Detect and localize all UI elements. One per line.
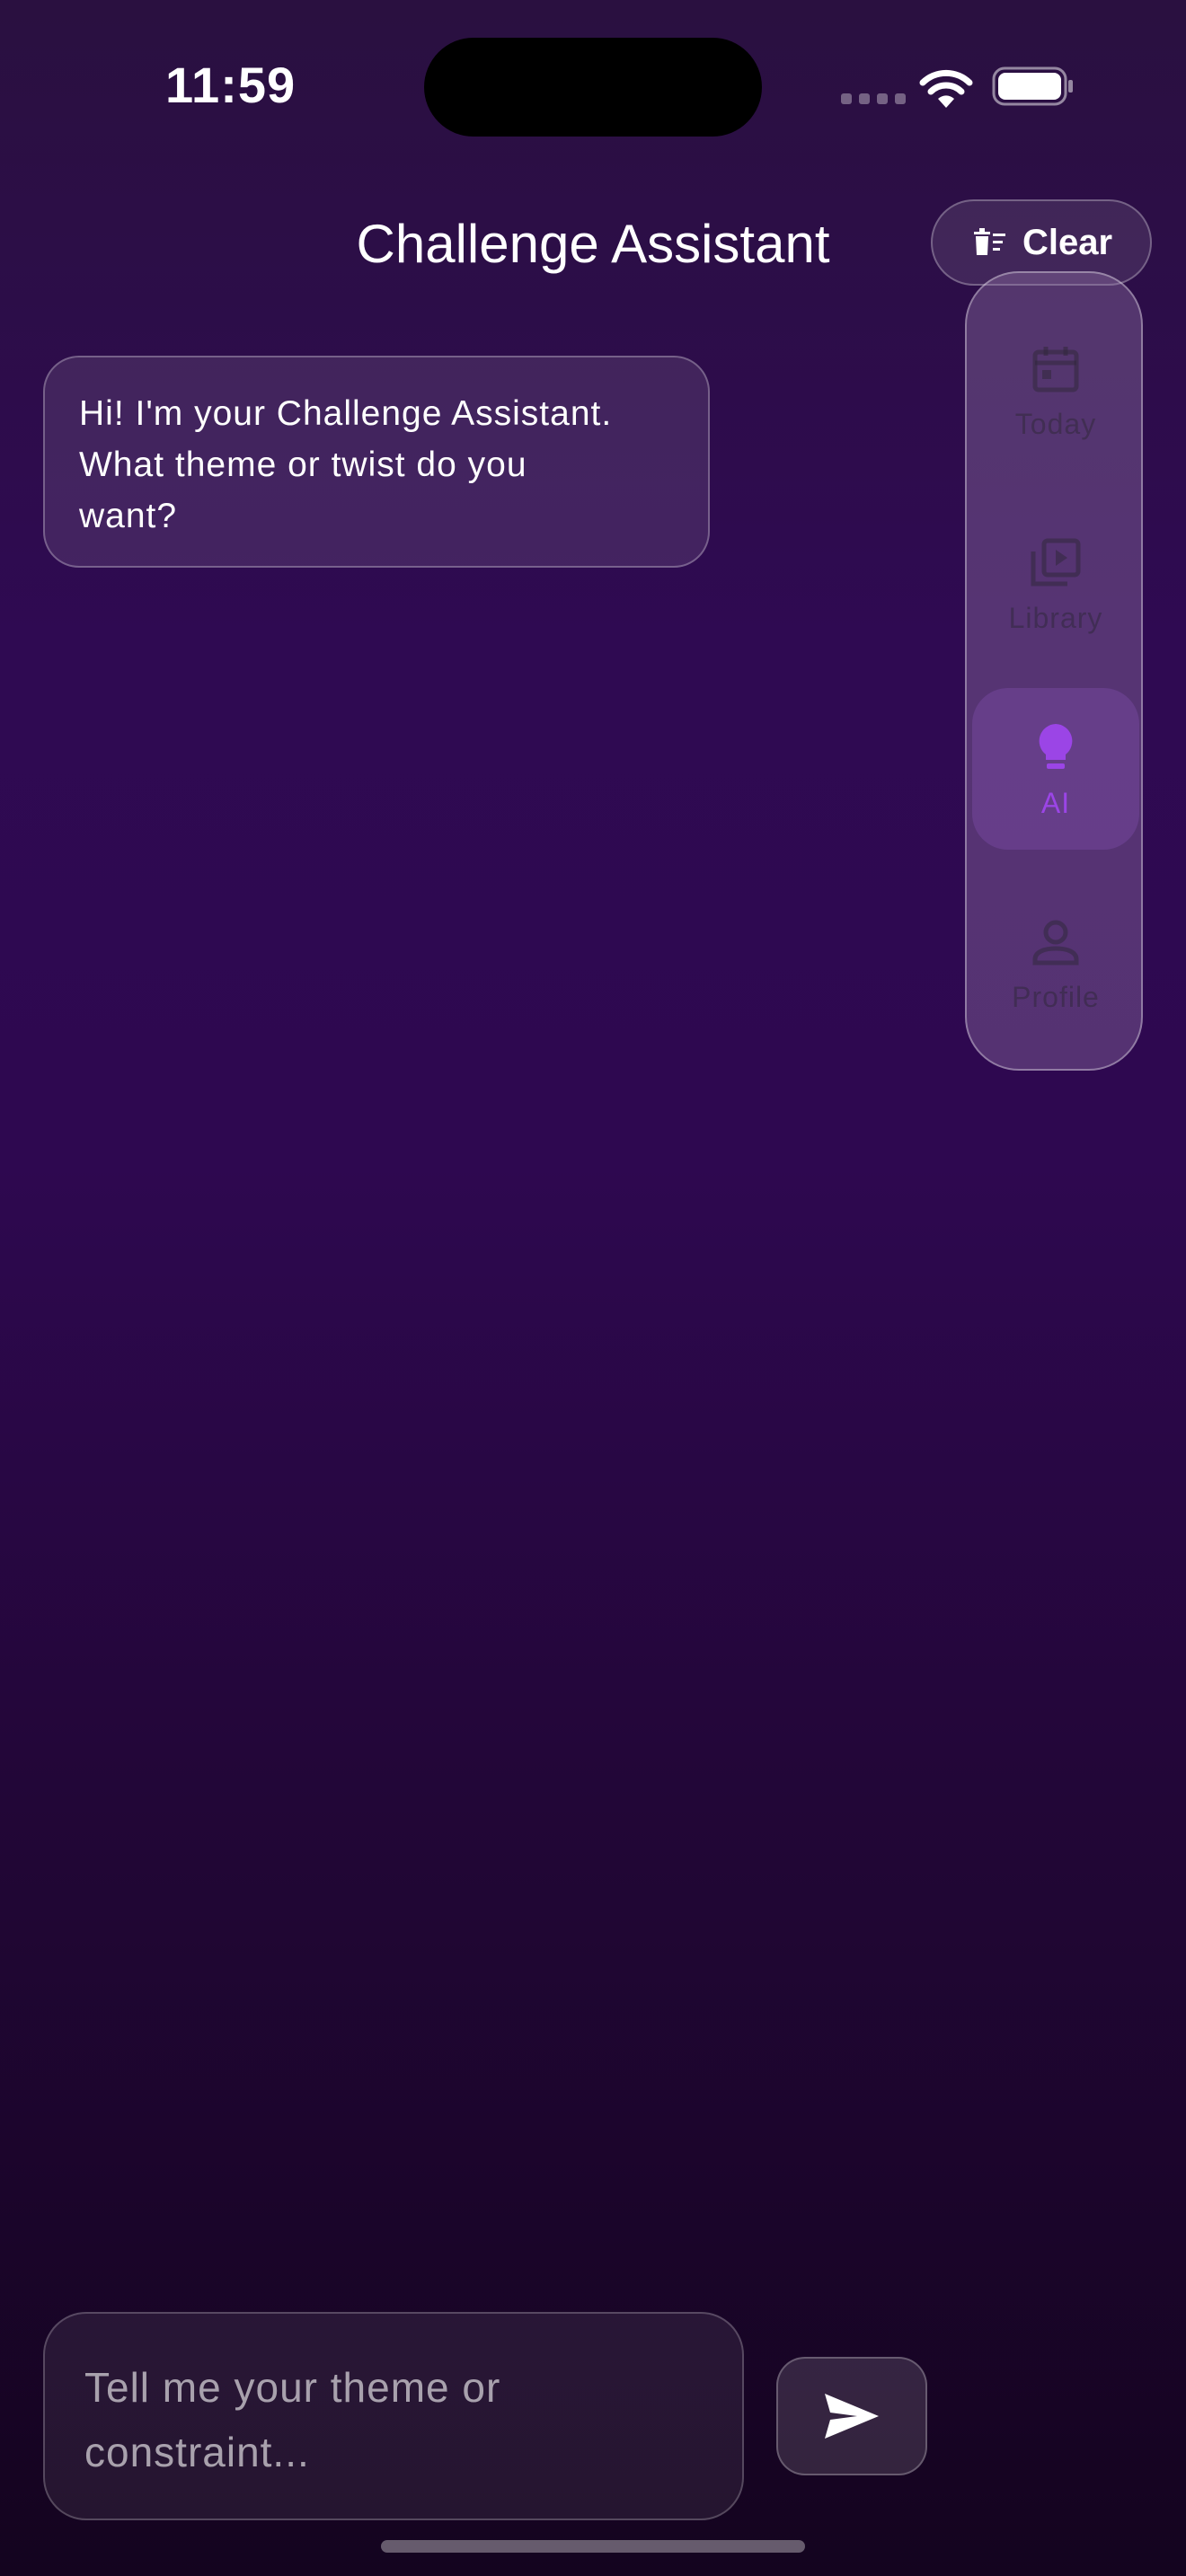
input-placeholder-line: constraint...	[84, 2429, 310, 2475]
calendar-icon	[1032, 346, 1079, 392]
person-icon	[1032, 920, 1079, 965]
nav-item-today[interactable]: Today	[972, 309, 1139, 471]
nav-item-profile[interactable]: Profile	[972, 882, 1139, 1044]
nav-item-ai[interactable]: AI	[972, 688, 1139, 850]
trash-sort-icon	[973, 228, 1005, 255]
video-library-icon	[1031, 538, 1081, 586]
message-line: What theme or twist do you	[79, 446, 527, 484]
home-indicator	[381, 2540, 805, 2553]
send-button[interactable]	[776, 2357, 927, 2475]
dynamic-island	[424, 38, 762, 137]
lightbulb-icon	[1039, 723, 1073, 769]
wifi-icon	[919, 69, 973, 108]
battery-icon	[992, 66, 1073, 106]
message-line: want?	[79, 497, 178, 535]
message-line: Hi! I'm your Challenge Assistant.	[79, 394, 613, 433]
cellular-signal-icon	[841, 93, 906, 104]
input-placeholder-line: Tell me your theme or	[84, 2364, 501, 2411]
clear-button-label: Clear	[1022, 222, 1113, 262]
message-input[interactable]: Tell me your theme or constraint...	[43, 2312, 744, 2520]
nav-label-today: Today	[1014, 407, 1097, 440]
nav-item-library[interactable]: Library	[972, 503, 1139, 665]
status-time: 11:59	[165, 57, 296, 113]
nav-label-ai: AI	[1040, 786, 1071, 819]
nav-label-profile: Profile	[1012, 980, 1100, 1013]
assistant-message-bubble: Hi! I'm your Challenge Assistant. What t…	[43, 356, 710, 568]
send-icon	[825, 2394, 879, 2439]
side-nav: Today Library AI Profile	[965, 271, 1143, 1071]
nav-label-library: Library	[1008, 601, 1103, 634]
